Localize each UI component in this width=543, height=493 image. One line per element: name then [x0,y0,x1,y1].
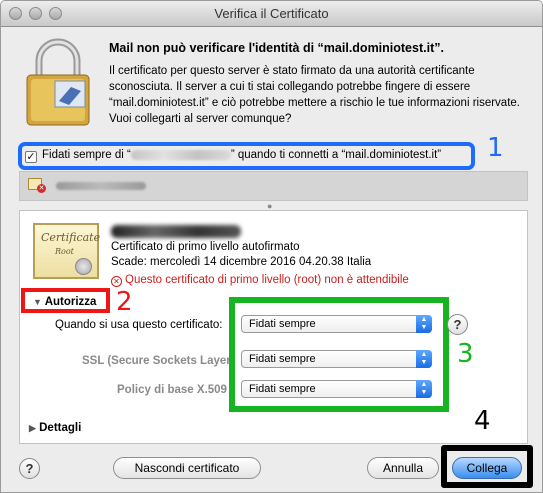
ssl-label: SSL (Secure Sockets Layer) [82,355,235,367]
trust-always-checkbox[interactable]: ✓ [25,151,37,163]
certificate-chain-list[interactable]: ✕ [19,171,528,201]
window-title: Verifica il Certificato [214,6,329,21]
redacted-cert-name [111,225,241,238]
select-arrows-icon: ▲ ▼ [416,380,432,398]
dialog-message: Il certificato per questo server è stato… [109,65,520,125]
select-arrows-icon: ▲ ▼ [416,350,432,368]
hide-certificate-button[interactable]: Nascondi certificato [113,457,261,479]
select-arrows-icon: ▲ ▼ [416,315,432,333]
trust-always-row: ✓ Fidati sempre di “” quando ti connetti… [18,142,475,170]
cert-type: Certificato di primo livello autofirmato [111,241,300,253]
cert-expiry: Scade: mercoledì 14 dicembre 2016 04.20.… [111,256,372,268]
certificate-icon: Certificate Root [33,223,100,279]
help-button[interactable]: ? [19,458,40,479]
seal-icon [75,258,92,275]
when-using-label: Quando si usa questo certificato: [55,319,223,331]
cancel-button[interactable]: Annulla [367,457,439,479]
redacted-host [130,149,231,160]
details-toggle[interactable]: ▶ Dettagli [29,422,81,434]
redacted-chain-name [56,182,146,190]
error-badge-icon: ✕ [37,184,46,193]
trust-section-toggle[interactable]: ▼ Autorizza [21,288,110,313]
trust-help-button[interactable]: ? [447,314,468,335]
ssl-select[interactable]: Fidati sempre ▲ ▼ [241,350,432,368]
certificate-dialog: Verifica il Certificato Mail non può ver… [0,0,543,493]
x509-label: Policy di base X.509 [117,384,227,396]
certificate-detail-pane: Certificate Root Certificato di primo li… [19,210,528,444]
annotation-4: 4 [474,406,491,436]
cert-warning: ✕ Questo certificato di primo livello (ro… [111,274,409,287]
trust-always-label[interactable]: Fidati sempre di “” quando ti connetti a… [42,149,441,161]
title-bar: Verifica il Certificato [1,1,542,27]
padlock-icon [26,38,90,126]
annotation-2: 2 [116,287,133,317]
annotation-3: 3 [457,339,474,369]
disclosure-down-icon: ▼ [33,297,42,307]
when-using-select[interactable]: Fidati sempre ▲ ▼ [241,315,432,333]
chain-item[interactable]: ✕ [20,172,527,200]
x509-select[interactable]: Fidati sempre ▲ ▼ [241,380,432,398]
dialog-heading: Mail non può verificare l'identità di “m… [109,41,444,55]
annotation-1: 1 [487,133,504,163]
error-icon: ✕ [111,276,122,287]
connect-button[interactable]: Collega [452,457,522,479]
disclosure-right-icon: ▶ [29,423,36,433]
